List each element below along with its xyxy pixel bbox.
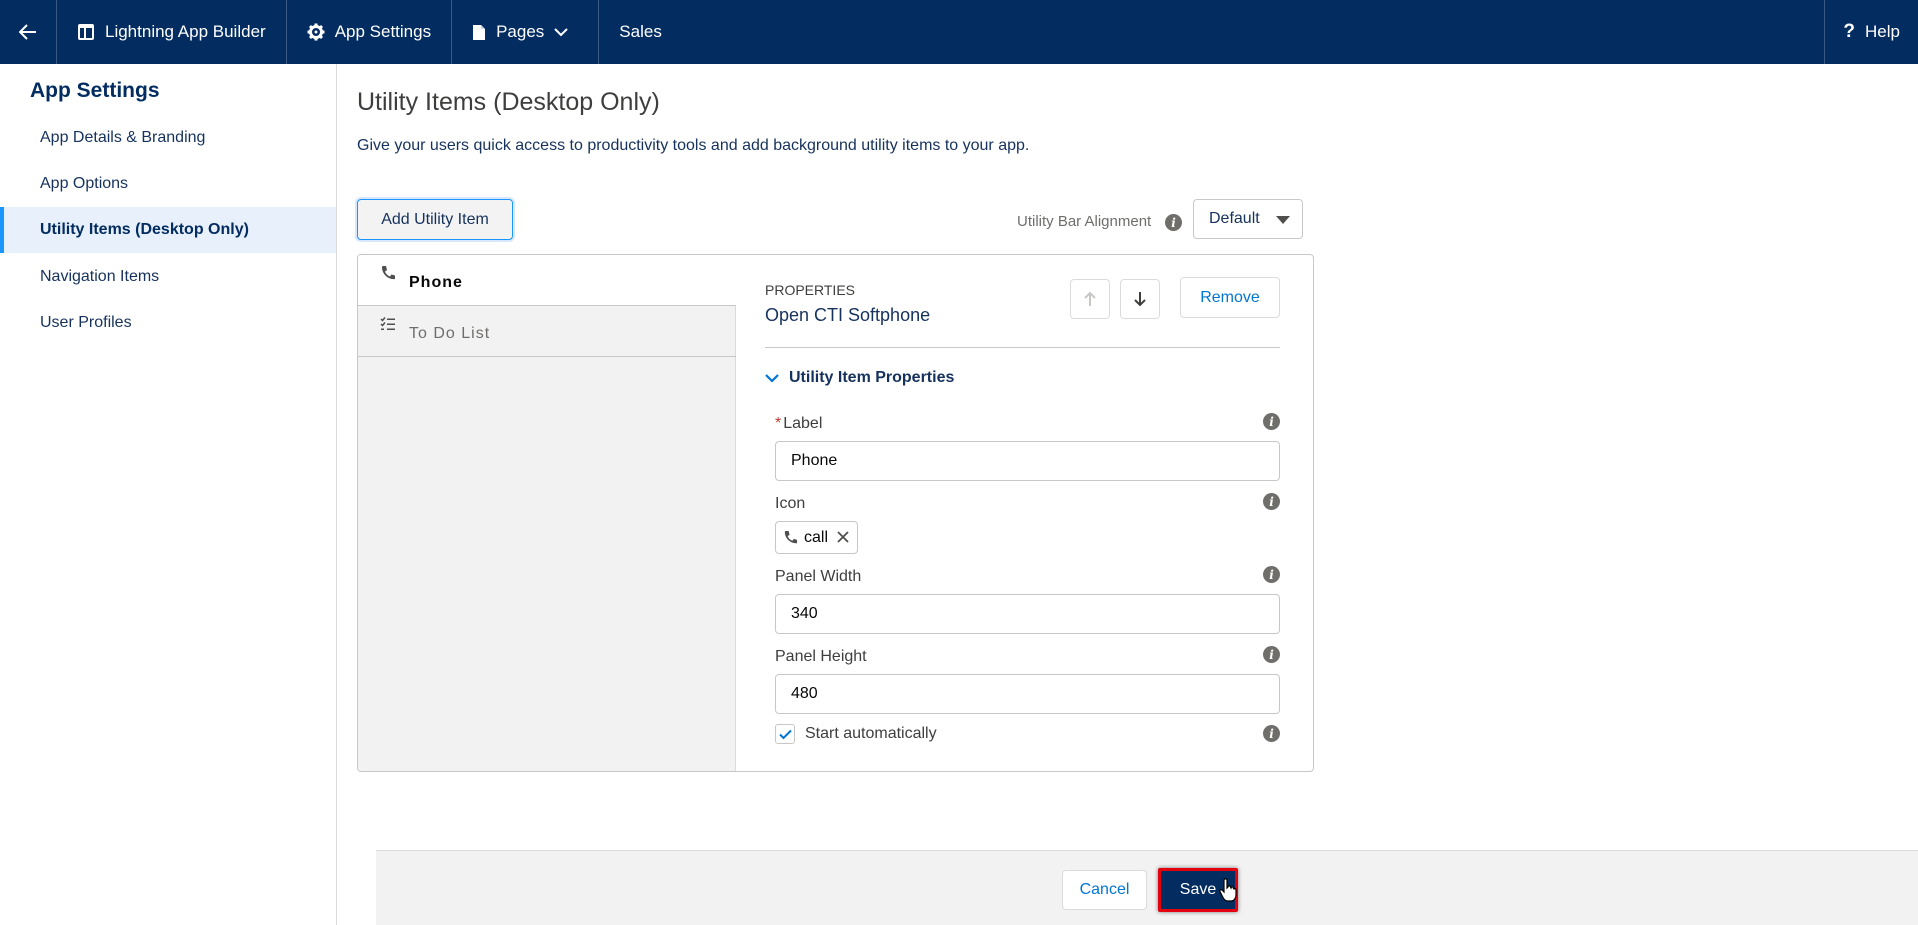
icon-pill[interactable]: call: [775, 521, 858, 554]
panel-width-input[interactable]: 340: [775, 594, 1280, 634]
app-name: Sales: [599, 0, 682, 64]
close-icon[interactable]: [835, 529, 851, 545]
help-label: Help: [1865, 22, 1900, 41]
sidebar-item-user-profiles[interactable]: User Profiles: [0, 300, 336, 346]
utility-item-label: To Do List: [409, 325, 491, 342]
chevron-down-icon: [554, 28, 569, 37]
move-down-button[interactable]: [1120, 279, 1160, 319]
sidebar-item-app-options[interactable]: App Options: [0, 161, 336, 207]
info-icon[interactable]: i: [1263, 725, 1280, 742]
icon-value: call: [804, 528, 829, 546]
remove-button[interactable]: Remove: [1180, 277, 1280, 318]
utility-item-label: Phone: [409, 274, 463, 291]
required-mark: *: [775, 415, 782, 432]
page-icon: [473, 24, 486, 40]
icon-field-label: Icon: [775, 495, 806, 512]
arrow-up-icon: [1084, 291, 1096, 306]
move-up-button[interactable]: [1070, 279, 1110, 319]
info-icon[interactable]: i: [1165, 214, 1182, 231]
sidebar-item-app-details[interactable]: App Details & Branding: [0, 115, 336, 161]
back-button[interactable]: [0, 0, 57, 64]
section-title: Utility Item Properties: [789, 369, 955, 386]
help-button[interactable]: ? Help: [1824, 0, 1918, 64]
pages-dropdown[interactable]: Pages: [452, 0, 600, 64]
component-name: Open CTI Softphone: [765, 305, 931, 325]
chevron-down-icon: [765, 374, 779, 383]
pages-label: Pages: [496, 22, 545, 41]
panel-height-label: Panel Height: [775, 648, 867, 665]
utility-bar-alignment-label: Utility Bar Alignment: [1017, 213, 1152, 230]
gear-icon: [307, 23, 325, 41]
utility-item-todo[interactable]: To Do List: [358, 306, 736, 357]
start-automatically-label: Start automatically: [805, 725, 937, 742]
info-icon[interactable]: i: [1263, 646, 1280, 663]
footer-bar: [376, 850, 1918, 925]
sidebar-item-navigation-items[interactable]: Navigation Items: [0, 254, 336, 300]
lightning-app-builder-tab[interactable]: Lightning App Builder: [57, 0, 287, 64]
info-icon[interactable]: i: [1263, 493, 1280, 510]
top-bar: Lightning App Builder App Settings Pages…: [0, 0, 1918, 64]
info-icon[interactable]: i: [1263, 566, 1280, 583]
info-icon[interactable]: i: [1263, 413, 1280, 430]
question-icon: ?: [1843, 21, 1856, 42]
page-title: Utility Items (Desktop Only): [357, 88, 660, 116]
divider: [765, 347, 1280, 348]
settings-sidebar: App Settings App Details & Branding App …: [0, 64, 337, 925]
panel-width-label: Panel Width: [775, 568, 862, 585]
arrow-down-icon: [1134, 292, 1146, 307]
panel-height-input[interactable]: 480: [775, 674, 1280, 714]
properties-caption: PROPERTIES: [765, 282, 855, 298]
checkmark-icon: [778, 729, 792, 739]
layout-icon: [78, 24, 94, 40]
back-arrow-icon: [19, 24, 36, 40]
settings-label: App Settings: [334, 22, 432, 41]
alignment-value: Default: [1209, 210, 1260, 227]
start-automatically-checkbox[interactable]: [775, 724, 795, 744]
sidebar-title: App Settings: [30, 79, 160, 102]
phone-icon: [784, 530, 798, 544]
builder-label: Lightning App Builder: [105, 22, 266, 41]
label-input[interactable]: Phone: [775, 441, 1280, 481]
checklist-icon: [380, 316, 396, 337]
dropdown-caret-icon: [1276, 216, 1290, 224]
utility-bar-alignment-select[interactable]: Default: [1193, 199, 1303, 239]
app-name-label: Sales: [619, 22, 662, 41]
app-settings-tab[interactable]: App Settings: [287, 0, 453, 64]
label-field-label: * Label: [775, 415, 823, 432]
hand-cursor-icon: [1219, 878, 1237, 902]
page-description: Give your users quick access to producti…: [357, 137, 1030, 154]
cancel-button[interactable]: Cancel: [1062, 870, 1147, 910]
phone-icon: [380, 265, 396, 286]
utility-item-properties-section[interactable]: Utility Item Properties: [765, 369, 954, 387]
utility-item-list: Phone To Do List: [358, 255, 736, 771]
add-utility-item-button[interactable]: Add Utility Item: [357, 199, 513, 240]
utility-item-phone[interactable]: Phone: [358, 255, 736, 306]
sidebar-item-utility-items[interactable]: Utility Items (Desktop Only): [0, 207, 336, 253]
utility-items-panel: Phone To Do List PROPERTIES Open CTI Sof…: [357, 254, 1314, 772]
